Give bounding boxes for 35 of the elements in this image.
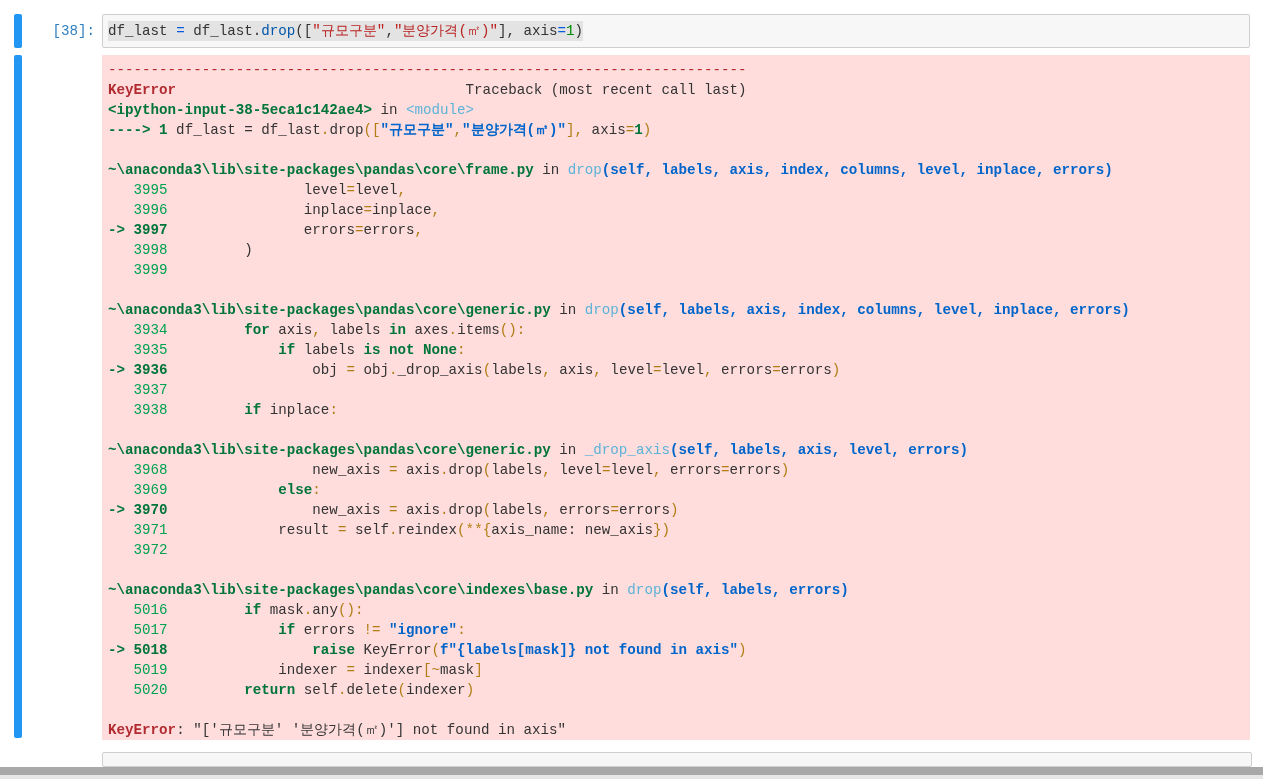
traceback-line: -> 3997 errors=errors, [108,221,425,240]
traceback-line: 3934 for axis, labels in axes.items(): [132,321,527,340]
output-collapse-bar[interactable] [14,55,22,738]
traceback-line: 3937 [132,381,169,400]
traceback-line: ~\anaconda3\lib\site-packages\pandas\core\frame.py in drop(self, labels, axis, index, columns, level, inplace, errors) [108,161,1114,180]
traceback-line: 5017 if errors != "ignore": [132,621,467,640]
traceback-line: -> 3936 obj = obj._drop_axis(labels, axis, level=level, errors=errors) [108,361,842,380]
traceback-line: -> 5018 raise KeyError(f"{labels[mask]} not found in axis") [108,641,748,660]
traceback-line: 5020 return self.delete(indexer) [132,681,476,700]
traceback-line: 3998 ) [132,241,254,260]
cell-selection-bar [14,14,22,48]
traceback-line: 3938 if inplace: [132,401,339,420]
traceback-line: --------------------------------------------------------------------------- [108,61,748,80]
traceback-line: 5019 indexer = indexer[~mask] [132,661,484,680]
traceback-line: ~\anaconda3\lib\site-packages\pandas\core\indexes\base.py in drop(self, labels, errors) [108,581,850,600]
traceback-line: ----> 1 df_last = df_last.drop(["규모구분","분양가격(㎡)"], axis=1) [108,121,653,140]
traceback-line: <ipython-input-38-5eca1c142ae4> in <module> [108,101,476,120]
traceback-line: 3969 else: [132,481,322,500]
traceback-line: 3995 level=level, [132,181,407,200]
prompt-label: [38]: [51,22,96,41]
traceback-line: 3972 [132,541,169,560]
traceback-line: 3935 if labels is not None: [132,341,467,360]
traceback-line: 3971 result = self.reindex(**{axis_name: new_axis}) [132,521,671,540]
horizontal-scrollbar[interactable] [0,767,1263,779]
traceback-line: KeyError: "['규모구분' '분양가격(㎡)'] not found in axis" [108,721,568,740]
traceback-line: 3968 new_axis = axis.drop(labels, level=level, errors=errors) [132,461,791,480]
traceback-line: KeyError Traceback (most recent call last) [108,81,748,100]
traceback-line: -> 3970 new_axis = axis.drop(labels, errors=errors) [108,501,680,520]
traceback-line: 5016 if mask.any(): [132,601,365,620]
input-cell[interactable]: df_last = df_last.drop(["규모구분","분양가격(㎡)"], axis=1) [102,14,1250,48]
traceback-line: 3999 [132,261,169,280]
traceback-line: ~\anaconda3\lib\site-packages\pandas\core\generic.py in drop(self, labels, axis, index, columns, level, inplace, errors) [108,301,1131,320]
traceback-line: ~\anaconda3\lib\site-packages\pandas\core\generic.py in _drop_axis(self, labels, axis, level, errors) [108,441,969,460]
traceback-line: 3996 inplace=inplace, [132,201,442,220]
next-input-cell[interactable] [102,752,1252,767]
